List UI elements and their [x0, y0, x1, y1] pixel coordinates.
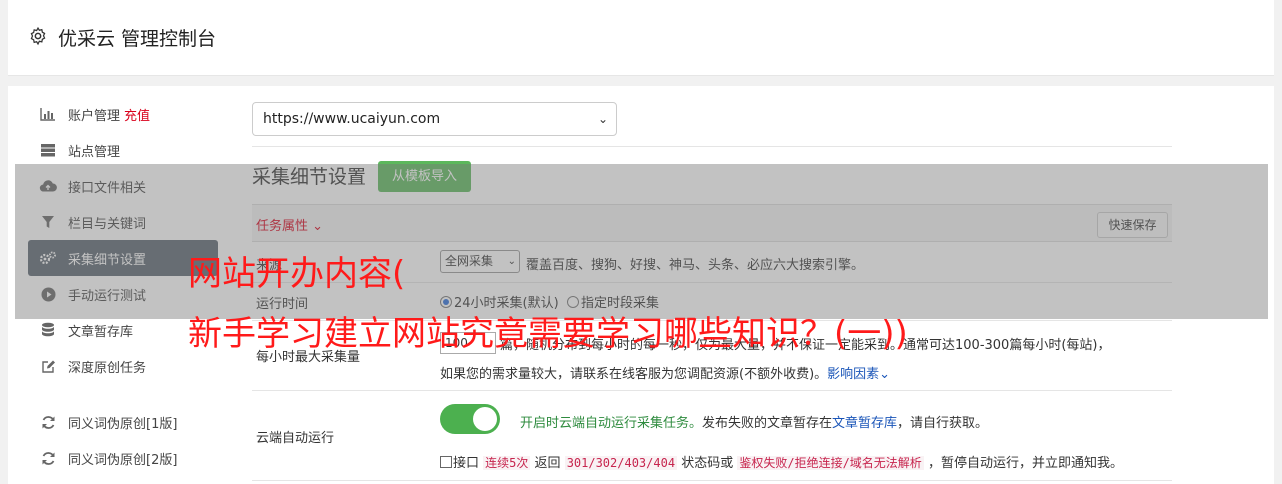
divider [252, 146, 1172, 147]
article-store-link[interactable]: 文章暂存库 [832, 416, 897, 431]
sidebar-item-account[interactable]: 账户管理 充值 [28, 96, 218, 132]
sidebar-item-label: 文章暂存库 [68, 324, 134, 340]
influence-factors-link[interactable]: 影响因素 [827, 367, 879, 382]
pause-notify-option[interactable]: 接口 连续5次 返回 301/302/403/404 状态码或 鉴权失败/拒绝连… [440, 452, 1123, 471]
pause-notify-checkbox[interactable] [440, 456, 452, 468]
sidebar-item-label: 同义词伪原创[1版] [68, 416, 178, 432]
edit-icon [38, 358, 58, 374]
database-icon [38, 322, 58, 338]
gear-icon [30, 26, 46, 46]
cloud-run-label: 云端自动运行 [256, 431, 335, 446]
overlay-band [15, 164, 1268, 319]
sidebar-item-label: 账户管理 [68, 108, 121, 124]
site-url-select[interactable]: https://www.ucaiyun.com ⌄ [252, 102, 617, 136]
cloud-run-toggle[interactable] [440, 404, 500, 434]
headline-line-2: 新手学习建立网站究竟需要学习哪些知识？(一)) [188, 314, 908, 354]
headline-line-1: 网站开办内容( [188, 254, 406, 294]
sidebar-item-synonym-v2[interactable]: 同义词伪原创[2版] [28, 440, 218, 476]
server-icon [38, 142, 58, 158]
refresh-icon [38, 414, 58, 430]
sidebar-item-synonym-v1[interactable]: 同义词伪原创[1版] [28, 404, 218, 440]
app-title: 优采云 管理控制台 [58, 28, 217, 50]
refresh-icon [38, 450, 58, 466]
site-url-value: https://www.ucaiyun.com [263, 111, 441, 127]
sidebar-item-label: 深度原创任务 [68, 360, 147, 376]
max-per-hour-desc-2: 如果您的需求量较大，请联系在线客服为您调配资源(不额外收费)。影响因素⌄ [440, 367, 891, 382]
sidebar-item-label: 站点管理 [68, 144, 121, 160]
sidebar-item-label: 同义词伪原创[2版] [68, 452, 178, 468]
cloud-run-description: 开启时云端自动运行采集任务。发布失败的文章暂存在文章暂存库，请自行获取。 [520, 416, 989, 431]
sidebar-item-sites[interactable]: 站点管理 [28, 132, 218, 168]
recharge-link[interactable]: 充值 [124, 105, 150, 124]
chevron-down-icon: ⌄ [597, 112, 608, 126]
top-header: 优采云 管理控制台 [8, 0, 1274, 76]
bar-chart-icon [38, 106, 58, 122]
chevron-down-icon: ⌄ [879, 367, 891, 382]
